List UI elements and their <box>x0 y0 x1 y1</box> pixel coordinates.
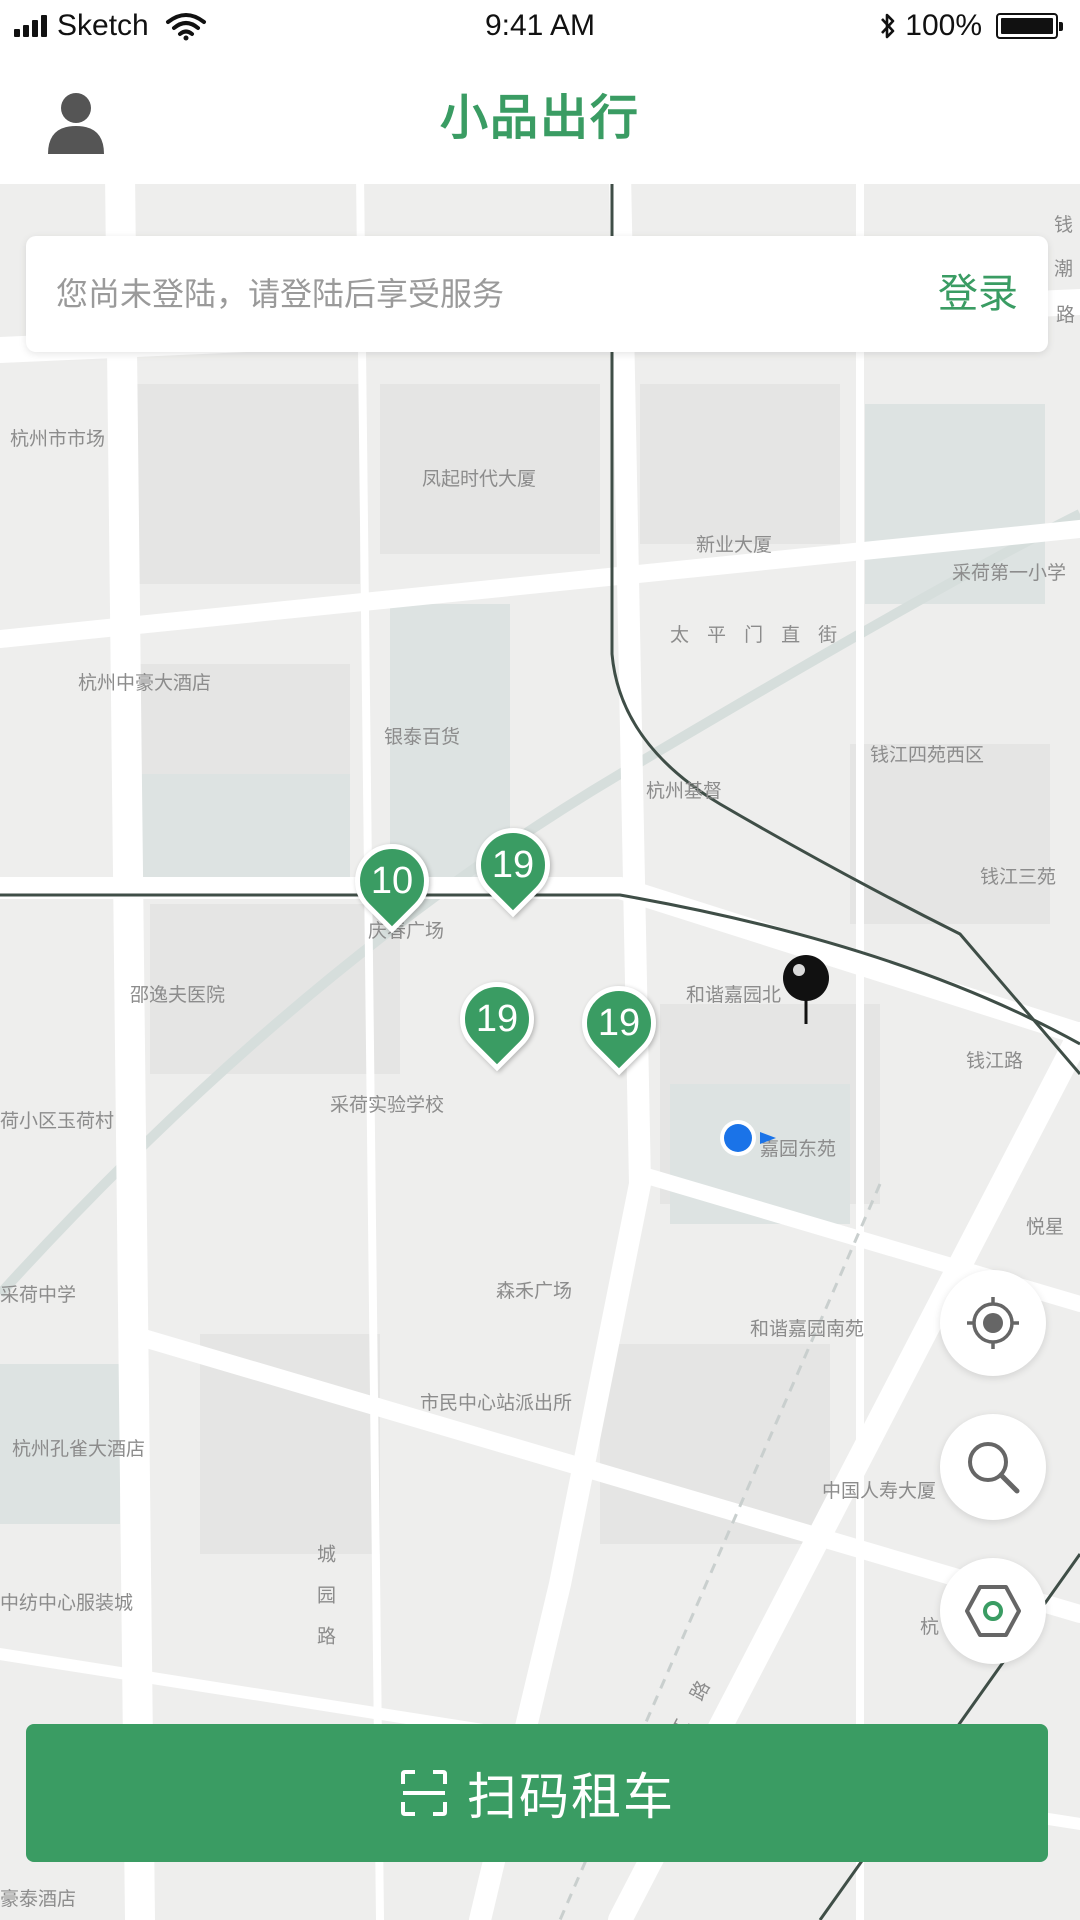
hexagon-nut-icon <box>965 1585 1021 1637</box>
map-label: 杭州孔雀大酒店 <box>12 1438 146 1460</box>
login-banner: 您尚未登陆，请登陆后享受服务 登录 <box>26 236 1048 352</box>
map-label: 和谐嘉园北 <box>686 984 782 1006</box>
status-right: 100% <box>879 6 1063 46</box>
bike-cluster-marker[interactable]: 19 <box>460 812 566 924</box>
login-prompt-text: 您尚未登陆，请登陆后享受服务 <box>56 275 505 313</box>
map-label: 市民中心站派出所 <box>420 1392 573 1414</box>
map-label: 采荷实验学校 <box>330 1094 445 1116</box>
login-button[interactable]: 登录 <box>938 236 1018 352</box>
bike-cluster-marker[interactable]: 19 <box>444 966 550 1078</box>
map-label: 荷小区玉荷村 <box>0 1110 115 1132</box>
current-location-icon <box>720 1120 776 1156</box>
locate-button[interactable] <box>940 1270 1046 1376</box>
map-label: 钱江四苑西区 <box>870 744 985 766</box>
map-label: 路 <box>1056 304 1076 326</box>
app-header: 小品出行 <box>0 52 1080 184</box>
map-label: 采荷第一小学 <box>952 562 1067 584</box>
map-label: 杭 <box>920 1616 940 1638</box>
map-label: 杭州市市场 <box>10 428 106 450</box>
map-label: 钱 <box>1054 214 1074 236</box>
map-label: 杭州中豪大酒店 <box>78 672 212 694</box>
bike-count: 10 <box>370 860 414 902</box>
map-label: 中国人寿大厦 <box>822 1480 937 1502</box>
map-label: 新业大厦 <box>696 534 773 556</box>
nearby-bikes-button[interactable] <box>940 1558 1046 1664</box>
bike-cluster-marker[interactable]: 10 <box>339 828 445 940</box>
scan-rent-label: 扫码租车 <box>467 1768 675 1826</box>
map-label: 城园路 <box>314 1544 336 1667</box>
battery-percent: 100% <box>905 9 982 42</box>
map-label: 邵逸夫医院 <box>130 984 226 1006</box>
location-pin-icon[interactable] <box>780 954 832 1024</box>
scan-rent-button[interactable]: 扫码租车 <box>26 1724 1048 1862</box>
map-label: 杭州基督 <box>646 780 723 802</box>
map-label: 豪泰酒店 <box>0 1888 77 1910</box>
bike-count: 19 <box>475 998 519 1040</box>
map-background <box>0 184 1080 1920</box>
map-label: 钱江三苑 <box>980 866 1057 888</box>
target-icon <box>967 1297 1019 1349</box>
map-label: 中纺中心服装城 <box>0 1592 134 1614</box>
app-screen: Sketch 9:41 AM 100% 小品出行 杭州市市场 凤起时代大厦 新业… <box>0 0 1080 1920</box>
map-label: 钱江路 <box>966 1050 1024 1072</box>
search-icon <box>968 1442 1020 1494</box>
map-label: 悦星 <box>1026 1216 1065 1238</box>
map-label: 银泰百货 <box>384 726 461 748</box>
bluetooth-icon <box>881 13 895 39</box>
battery-icon <box>996 13 1063 39</box>
page-title: 小品出行 <box>439 90 640 146</box>
map-label: 凤起时代大厦 <box>422 468 537 490</box>
map-label: 太 平 门 直 街 <box>670 624 844 646</box>
map-label: 采荷中学 <box>0 1284 77 1306</box>
bike-cluster-marker[interactable]: 19 <box>566 970 672 1082</box>
map-label: 和谐嘉园南苑 <box>750 1318 865 1340</box>
search-button[interactable] <box>940 1414 1046 1520</box>
status-bar: Sketch 9:41 AM 100% <box>0 0 1080 52</box>
scan-icon <box>401 1770 447 1816</box>
map-label: 森禾广场 <box>496 1280 573 1302</box>
map-view[interactable]: 杭州市市场 凤起时代大厦 新业大厦 采荷第一小学 太 平 门 直 街 杭州中豪大… <box>0 184 1080 1920</box>
bike-count: 19 <box>597 1002 641 1044</box>
bike-count: 19 <box>491 844 535 886</box>
map-label: 潮 <box>1054 258 1074 280</box>
